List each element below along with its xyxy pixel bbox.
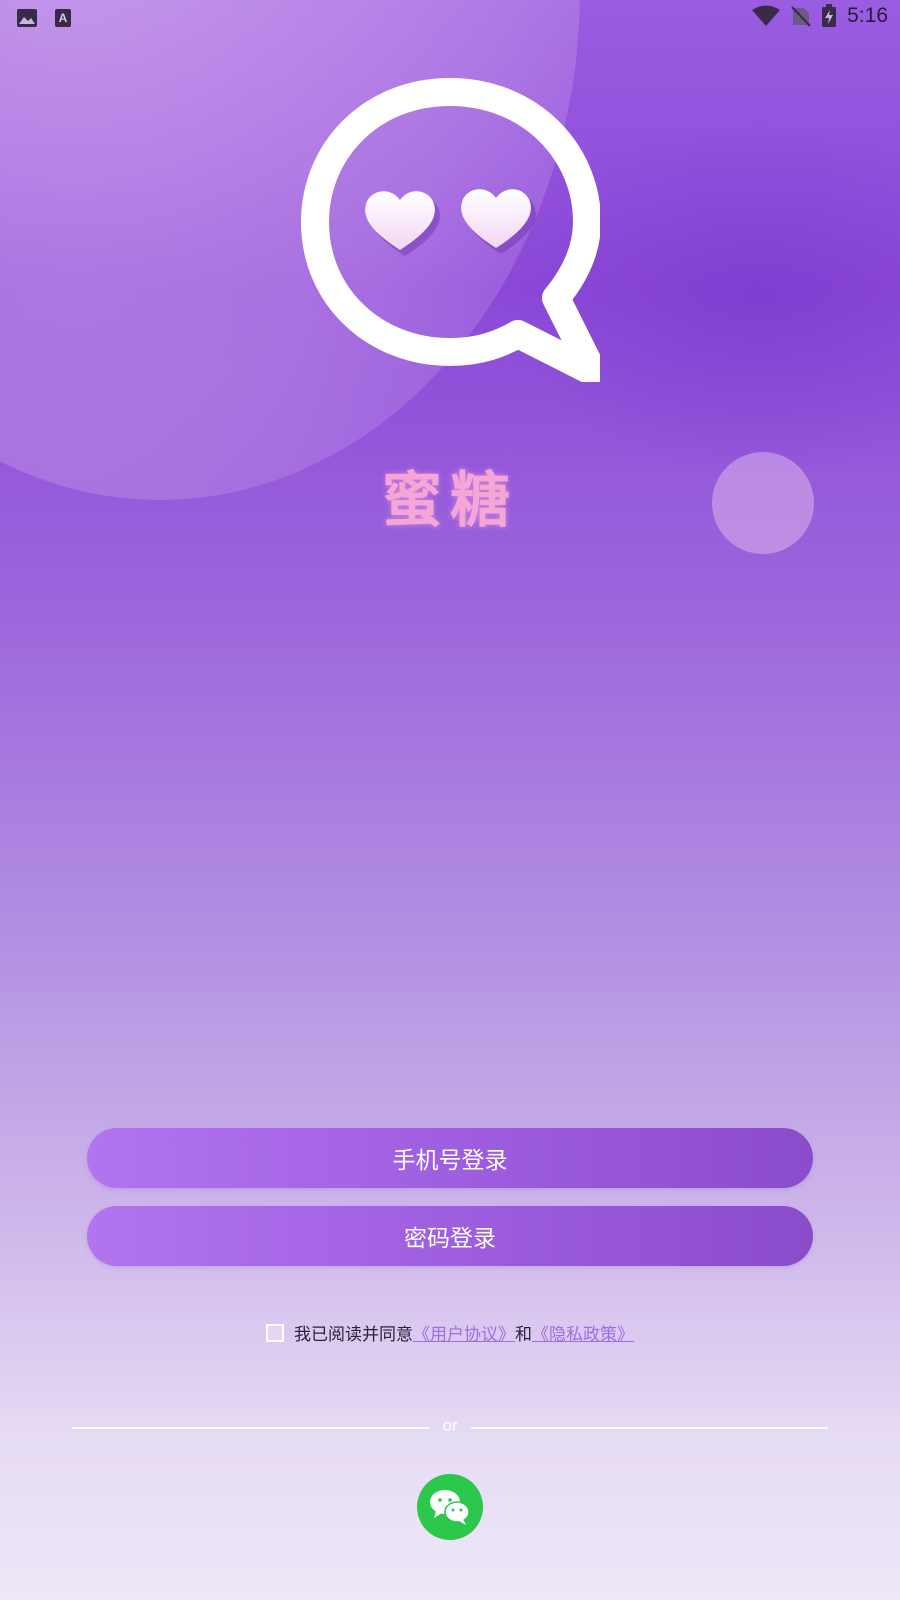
app-name: 蜜糖 — [382, 466, 518, 536]
wechat-icon — [430, 1490, 470, 1525]
divider-or-label: or — [442, 1416, 458, 1435]
status-bar-right: 5:16 — [751, 4, 888, 28]
chat-bubble-hearts-icon — [301, 78, 600, 382]
svg-text:A: A — [59, 11, 68, 25]
status-bar-left: A — [16, 8, 72, 28]
phone-login-button[interactable]: 手机号登录 — [87, 1128, 813, 1188]
wechat-login-button[interactable] — [417, 1474, 483, 1540]
divider-left — [72, 1427, 429, 1429]
battery-charging-icon — [822, 4, 837, 27]
agreement-checkbox[interactable] — [266, 1323, 284, 1342]
image-icon — [17, 9, 37, 27]
agreement-prefix: 我已阅读并同意 — [294, 1325, 413, 1345]
status-time: 5:16 — [847, 4, 888, 27]
user-agreement-link[interactable]: 《用户协议》 — [413, 1320, 515, 1345]
agreement-conjunction: 和 — [515, 1325, 532, 1345]
login-screen: A 5:16 蜜糖 手机号登录 密码登录 我已阅读并同意 《用户协议》 和 《隐… — [0, 0, 900, 1600]
agreement-row: 我已阅读并同意 《用户协议》 和 《隐私政策》 — [0, 1320, 900, 1345]
privacy-policy-link[interactable]: 《隐私政策》 — [532, 1320, 634, 1345]
wifi-icon — [752, 5, 781, 26]
divider-right — [471, 1427, 828, 1429]
password-login-button[interactable]: 密码登录 — [87, 1206, 813, 1266]
no-sim-icon — [791, 6, 811, 27]
font-a-icon: A — [55, 9, 71, 27]
heart-right-icon — [461, 189, 536, 254]
heart-left-icon — [365, 191, 440, 256]
status-bar: A 5:16 — [0, 0, 900, 36]
